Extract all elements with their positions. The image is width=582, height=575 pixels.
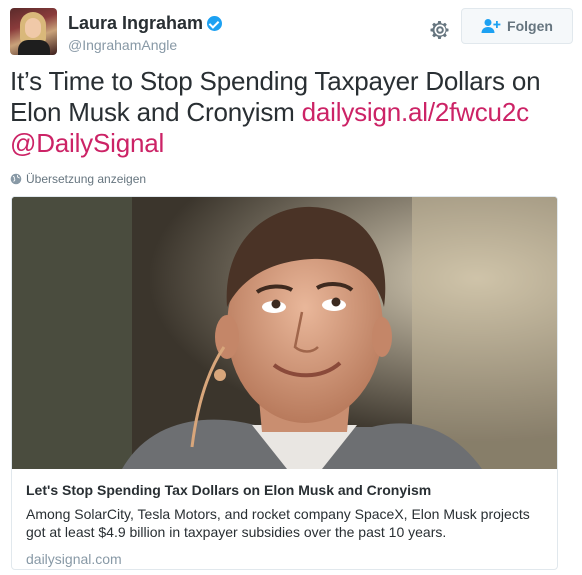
tweet-header: Laura Ingraham @IngrahamAngle Folgen: [10, 8, 573, 58]
follow-button[interactable]: Folgen: [461, 8, 573, 44]
avatar[interactable]: [10, 8, 57, 55]
follow-label: Folgen: [507, 18, 553, 34]
link-card[interactable]: Let's Stop Spending Tax Dollars on Elon …: [11, 196, 558, 570]
author-handle[interactable]: @IngrahamAngle: [68, 37, 222, 53]
author-block[interactable]: Laura Ingraham @IngrahamAngle: [68, 13, 223, 53]
avatar-body: [18, 40, 50, 55]
author-display-name[interactable]: Laura Ingraham: [68, 13, 203, 34]
avatar-face: [25, 18, 41, 38]
tweet-mention[interactable]: @DailySignal: [10, 128, 164, 158]
card-body: Let's Stop Spending Tax Dollars on Elon …: [12, 469, 557, 569]
globe-icon: [10, 173, 22, 185]
translate-label: Übersetzung anzeigen: [26, 172, 147, 186]
card-description: Among SolarCity, Tesla Motors, and rocke…: [26, 506, 530, 540]
add-user-icon: [481, 19, 501, 33]
tweet-link[interactable]: dailysign.al/2fwcu2c: [302, 97, 529, 127]
card-image[interactable]: [12, 197, 557, 469]
verified-badge-icon: [207, 16, 223, 31]
portrait-photo: [12, 197, 557, 469]
translate-button[interactable]: Übersetzung anzeigen: [10, 172, 146, 186]
card-domain[interactable]: dailysignal.com: [26, 551, 545, 567]
tweet-text: It’s Time to Stop Spending Taxpayer Doll…: [10, 66, 570, 159]
card-title[interactable]: Let's Stop Spending Tax Dollars on Elon …: [26, 481, 545, 499]
gear-icon[interactable]: [428, 18, 452, 42]
